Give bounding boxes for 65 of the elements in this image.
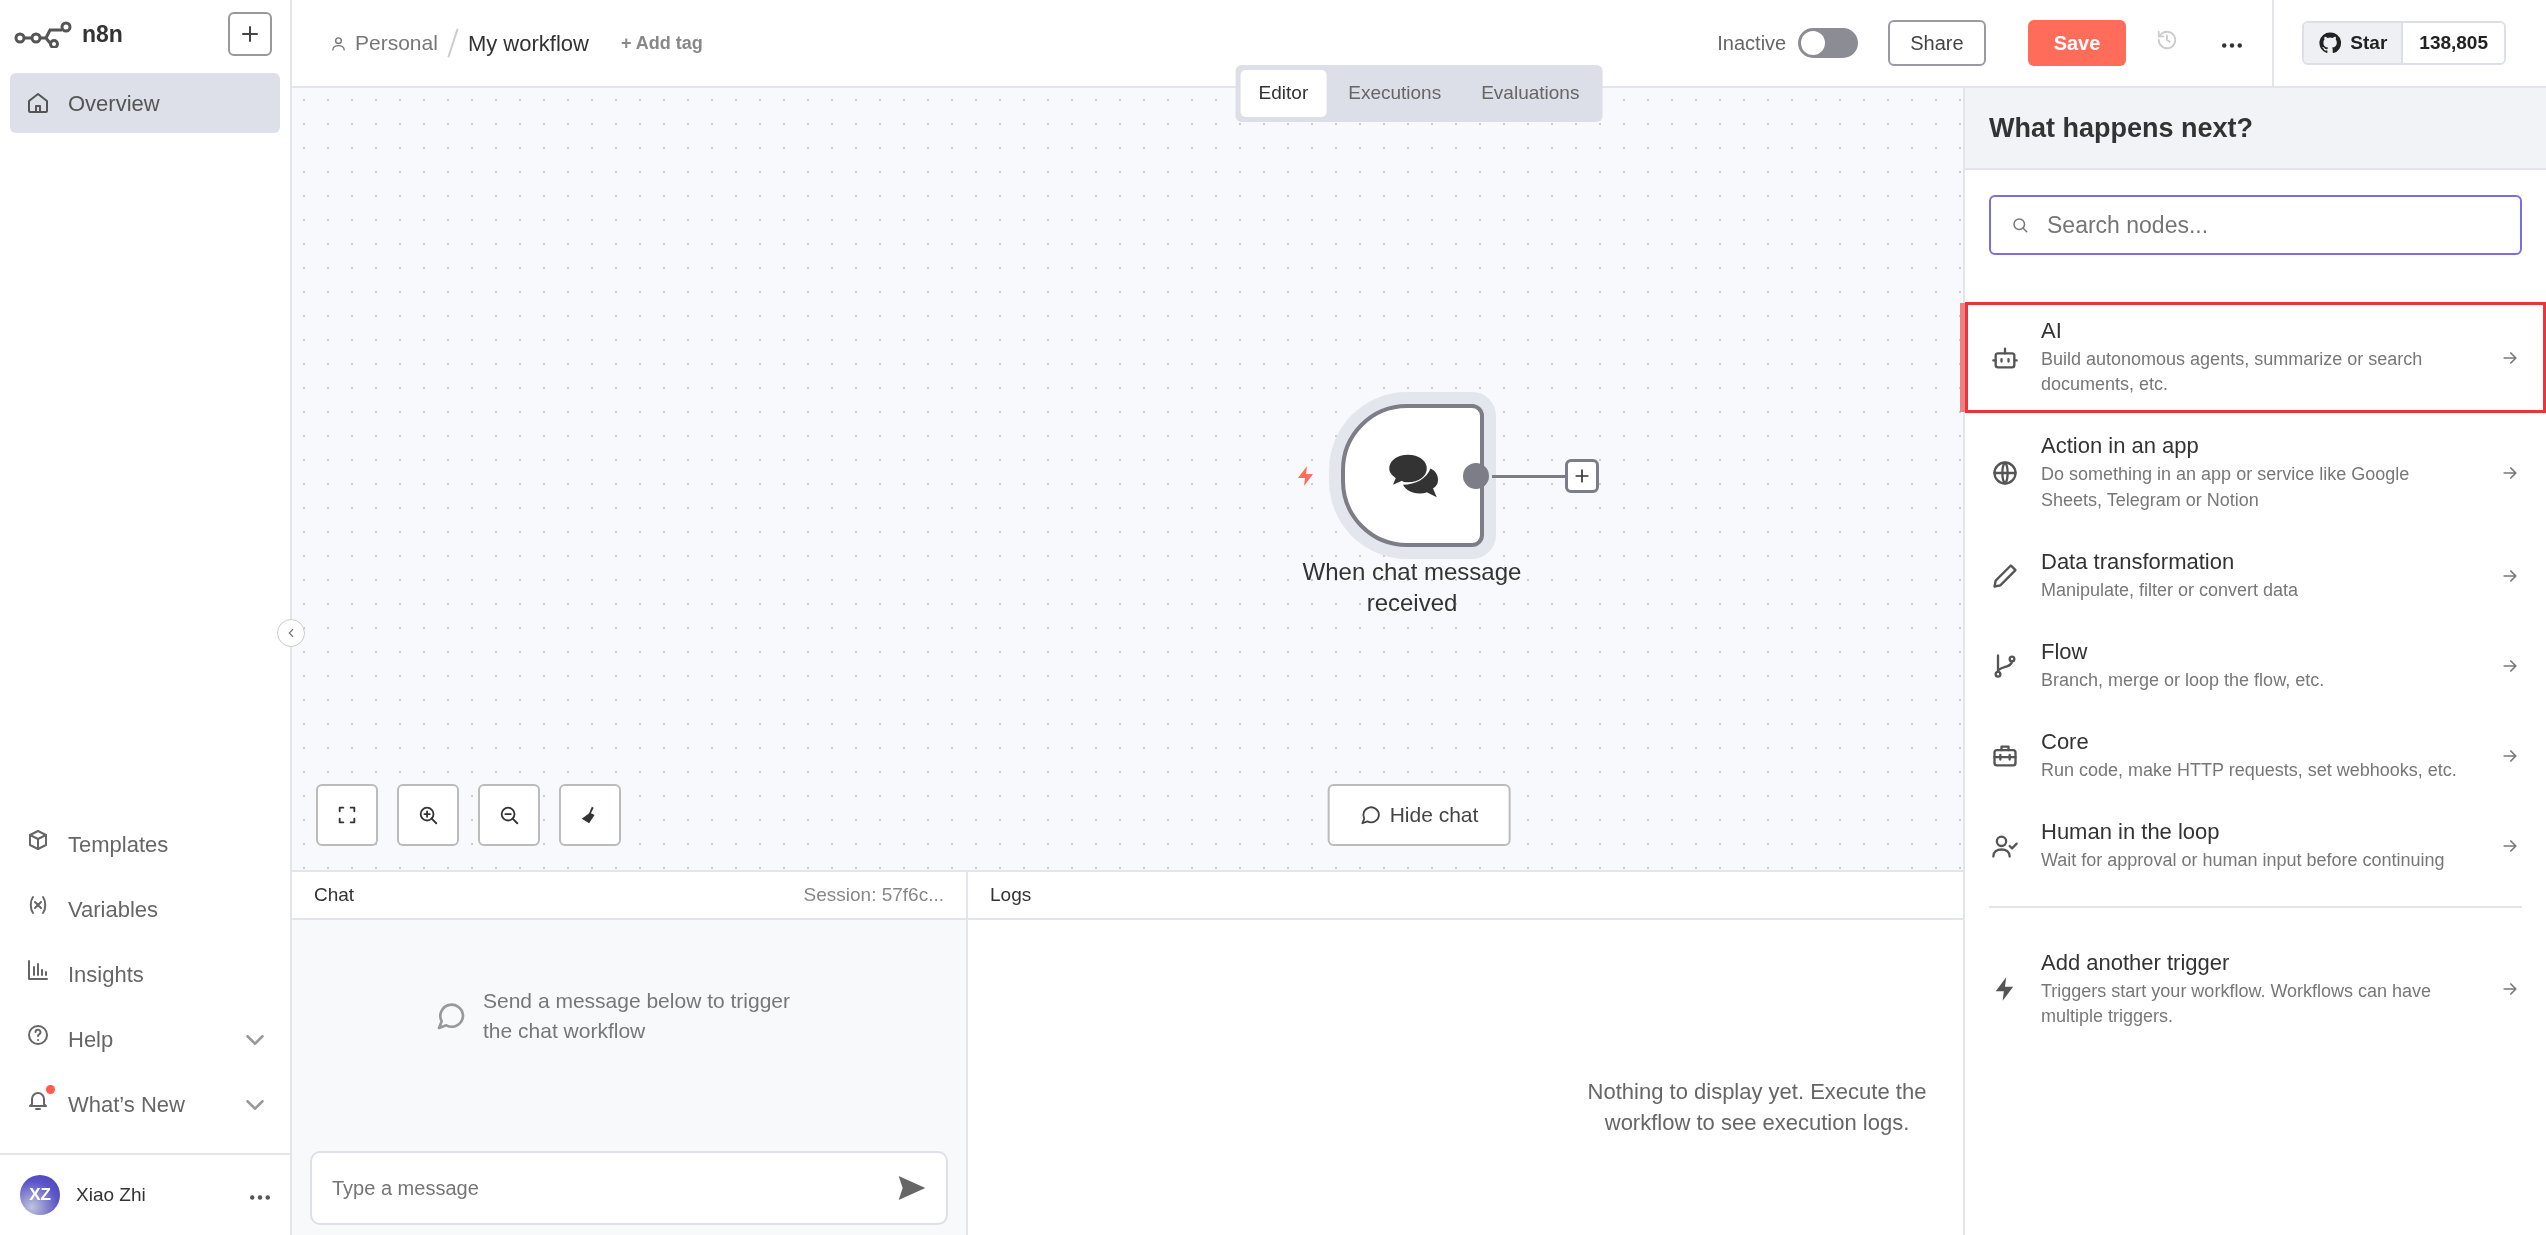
home-icon	[26, 91, 50, 115]
category-description: Triggers start your workflow. Workflows can have multiple triggers.	[2041, 979, 2433, 1028]
github-icon	[2318, 31, 2343, 55]
status-label: Inactive	[1717, 31, 1787, 56]
help-icon	[26, 1023, 50, 1047]
fullscreen-icon	[336, 804, 358, 826]
sidebar-item[interactable]: Templates	[10, 812, 280, 877]
message-input[interactable]: Type a message	[310, 1151, 948, 1225]
add-button[interactable]	[228, 12, 272, 56]
category-title: Action in an app	[2041, 432, 2200, 461]
search-field[interactable]: Search nodes...	[1989, 195, 2522, 255]
add-node-button[interactable]	[1565, 459, 1599, 493]
category-title: Add another trigger	[2041, 948, 2231, 977]
category-title: Data transformation	[2041, 547, 2236, 576]
empty-message: Send a message below to trigger the chat workflow	[483, 988, 791, 1044]
avatar: XZ	[20, 1175, 60, 1215]
user-name: Xiao Zhi	[76, 1182, 147, 1207]
empty-message: Nothing to display yet. Execute the workflow to see execution logs.	[1586, 1077, 1928, 1137]
category-title: Core	[2041, 728, 2090, 757]
search-icon	[2011, 216, 2029, 234]
active-toggle[interactable]	[1798, 28, 1859, 58]
view-tab[interactable]: Evaluations	[1463, 70, 1598, 117]
category-description: Build autonomous agents, summarize or search documents, etc.	[2041, 348, 2424, 397]
panel-title: Logs	[990, 882, 1032, 907]
category-description: Run code, make HTTP requests, set webhooks, etc.	[2041, 759, 2458, 783]
category-title: Human in the loop	[2041, 818, 2221, 847]
sidebar-item[interactable]: What’s New	[10, 1072, 280, 1137]
panel-title: Chat	[314, 882, 355, 907]
share-button[interactable]: Share	[1888, 20, 1986, 66]
globe-icon	[1991, 459, 2019, 488]
clear-button[interactable]	[559, 784, 621, 846]
category-description: Do something in an app or service like Google Sheets, Telegram or Notion	[2041, 463, 2411, 512]
user-icon	[330, 34, 347, 52]
sidebar-item[interactable]: Insights	[10, 942, 280, 1007]
zoom-out-button[interactable]	[478, 784, 540, 846]
app-name: n8n	[82, 19, 123, 49]
more-icon	[2222, 43, 2243, 48]
add-tag-link[interactable]: + Add tag	[620, 29, 703, 57]
pencil-icon	[1991, 561, 2019, 590]
session-id: Session: 57f6c...	[803, 882, 944, 907]
category-description: Branch, merge or loop the flow, etc.	[2041, 668, 2326, 692]
logo-icon	[14, 20, 74, 48]
category-description: Wait for approval or human input before continuing	[2041, 849, 2446, 873]
node-label: When chat message received	[1301, 557, 1523, 618]
view-tab[interactable]: Editor	[1240, 70, 1327, 117]
sidebar-item[interactable]: Variables	[10, 877, 280, 942]
workflow-name[interactable]: My workflow	[467, 26, 589, 60]
zoom-out-icon	[498, 804, 520, 826]
sidebar-item[interactable]: Help	[10, 1007, 280, 1072]
zoom-in-button[interactable]	[397, 784, 459, 846]
sidebar-item[interactable]: Overview	[10, 73, 280, 133]
box-icon	[26, 828, 50, 852]
view-tab[interactable]: Executions	[1330, 70, 1460, 117]
github-star-button[interactable]: Star	[2304, 23, 2404, 63]
hide-chat-button[interactable]: Hide chat	[1327, 784, 1511, 846]
chat-icon	[1359, 804, 1382, 826]
panel-title: What happens next?	[1989, 111, 2253, 145]
more-icon	[250, 1195, 270, 1200]
zoom-in-icon	[417, 804, 439, 826]
category-title: AI	[2041, 317, 2063, 345]
history-icon	[2156, 28, 2179, 51]
bar-chart-icon	[26, 958, 50, 982]
category-title: Flow	[2041, 637, 2089, 666]
project-link[interactable]: Personal	[330, 27, 438, 59]
category-description: Manipulate, filter or convert data	[2041, 578, 2300, 602]
